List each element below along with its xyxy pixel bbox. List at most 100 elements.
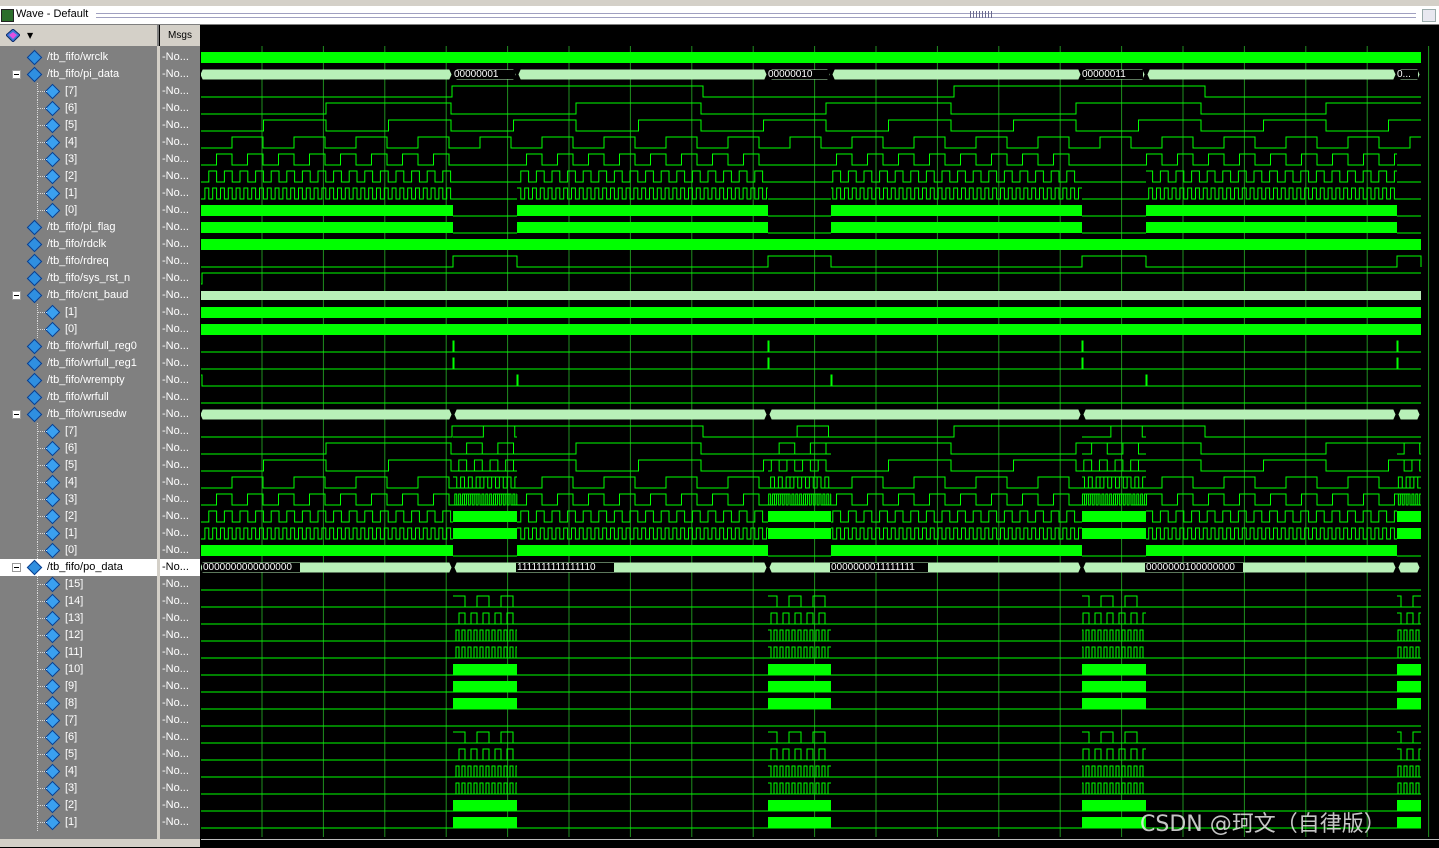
signal-value-row[interactable]: -No... (160, 321, 200, 338)
signal-value-row[interactable]: -No... (160, 355, 200, 372)
signal-row[interactable]: [6] (0, 440, 157, 457)
signal-value-row[interactable]: -No... (160, 491, 200, 508)
signal-row[interactable]: [5] (0, 746, 157, 763)
signal-value-pane[interactable]: -No... -No... -No... -No... -No... -No... -No.… (160, 46, 200, 839)
signal-row[interactable]: [8] (0, 695, 157, 712)
signal-row[interactable]: [2] (0, 168, 157, 185)
signal-row[interactable]: /tb_fifo/wrusedw (0, 406, 157, 423)
signal-row[interactable]: [5] (0, 117, 157, 134)
signal-value-row[interactable]: -No... (160, 287, 200, 304)
signal-value-row[interactable]: -No... (160, 440, 200, 457)
signal-row[interactable]: /tb_fifo/pi_data (0, 66, 157, 83)
signal-row[interactable]: /tb_fifo/po_data (0, 559, 157, 576)
signal-value-row[interactable]: -No... (160, 627, 200, 644)
signal-value-row[interactable]: -No... (160, 304, 200, 321)
signal-row[interactable]: [2] (0, 508, 157, 525)
signal-value-row[interactable]: -No... (160, 678, 200, 695)
signal-value-row[interactable]: -No... (160, 576, 200, 593)
signal-value-row[interactable]: -No... (160, 457, 200, 474)
signal-row[interactable]: [5] (0, 457, 157, 474)
wave-tool-icon[interactable] (6, 29, 20, 42)
collapse-toggle-icon[interactable] (12, 291, 21, 300)
signal-value-row[interactable]: -No... (160, 83, 200, 100)
signal-row[interactable]: [4] (0, 474, 157, 491)
signal-row[interactable]: /tb_fifo/wrfull_reg1 (0, 355, 157, 372)
collapse-toggle-icon[interactable] (12, 70, 21, 79)
signal-row[interactable]: [15] (0, 576, 157, 593)
signal-row[interactable]: /tb_fifo/wrfull_reg0 (0, 338, 157, 355)
signal-row[interactable]: [1] (0, 304, 157, 321)
signal-value-row[interactable]: -No... (160, 100, 200, 117)
signal-row[interactable]: [3] (0, 780, 157, 797)
signal-value-row[interactable]: -No... (160, 474, 200, 491)
waveform-canvas[interactable]: 00000001 00000010 00000011 0... 000000000000… (201, 46, 1439, 837)
signal-value-row[interactable]: -No... (160, 542, 200, 559)
signal-value-row[interactable]: -No... (160, 525, 200, 542)
signal-value-row[interactable]: -No... (160, 219, 200, 236)
signal-row[interactable]: /tb_fifo/wrclk (0, 49, 157, 66)
signal-value-row[interactable]: -No... (160, 117, 200, 134)
collapse-toggle-icon[interactable] (12, 410, 21, 419)
signal-row[interactable]: [6] (0, 729, 157, 746)
signal-row[interactable]: [7] (0, 712, 157, 729)
signal-value-row[interactable]: -No... (160, 168, 200, 185)
signal-value-row[interactable]: -No... (160, 236, 200, 253)
signal-row[interactable]: [12] (0, 627, 157, 644)
signal-row[interactable]: [0] (0, 202, 157, 219)
signal-value-row[interactable]: -No... (160, 661, 200, 678)
signal-value-row[interactable]: -No... (160, 797, 200, 814)
signal-value-row[interactable]: -No... (160, 202, 200, 219)
signal-value-row[interactable]: -No... (160, 780, 200, 797)
drag-grip-icon[interactable] (970, 11, 992, 18)
signal-value-row[interactable]: -No... (160, 270, 200, 287)
signal-row[interactable]: [0] (0, 321, 157, 338)
signal-row[interactable]: [10] (0, 661, 157, 678)
signal-row[interactable]: /tb_fifo/wrempty (0, 372, 157, 389)
signal-value-row[interactable]: -No... (160, 712, 200, 729)
signal-value-row[interactable]: -No... (160, 66, 200, 83)
signal-value-row[interactable]: -No... (160, 695, 200, 712)
waveform-pane[interactable]: 00000001 00000010 00000011 0... 000000000000… (201, 46, 1439, 837)
signal-value-row[interactable]: -No... (160, 253, 200, 270)
signal-value-row[interactable]: -No... (160, 372, 200, 389)
signal-value-row[interactable]: -No... (160, 644, 200, 661)
signal-value-row[interactable]: -No... (160, 593, 200, 610)
signal-value-row[interactable]: -No... (160, 389, 200, 406)
signal-value-row[interactable]: -No... (160, 185, 200, 202)
signal-row[interactable]: [4] (0, 763, 157, 780)
signal-row[interactable]: /tb_fifo/sys_rst_n (0, 270, 157, 287)
signal-row[interactable]: [2] (0, 797, 157, 814)
signal-name-pane[interactable]: /tb_fifo/wrclk/tb_fifo/pi_data [7] [6] [5] [… (0, 46, 157, 839)
signal-row[interactable]: [1] (0, 185, 157, 202)
signal-row[interactable]: /tb_fifo/cnt_baud (0, 287, 157, 304)
signal-row[interactable]: /tb_fifo/wrfull (0, 389, 157, 406)
signal-row[interactable]: /tb_fifo/rdclk (0, 236, 157, 253)
signal-value-row[interactable]: -No... (160, 814, 200, 831)
signal-row[interactable]: [4] (0, 134, 157, 151)
signal-row[interactable]: [9] (0, 678, 157, 695)
undock-button[interactable] (1422, 9, 1436, 22)
signal-row[interactable]: [1] (0, 814, 157, 831)
signal-row[interactable]: [13] (0, 610, 157, 627)
signal-row[interactable]: /tb_fifo/pi_flag (0, 219, 157, 236)
signal-value-row[interactable]: -No... (160, 338, 200, 355)
signal-row[interactable]: [7] (0, 423, 157, 440)
signal-row[interactable]: [1] (0, 525, 157, 542)
signal-value-row[interactable]: -No... (160, 406, 200, 423)
signal-row[interactable]: [6] (0, 100, 157, 117)
signal-value-row[interactable]: -No... (160, 134, 200, 151)
signal-row[interactable]: [3] (0, 151, 157, 168)
signal-row[interactable]: [11] (0, 644, 157, 661)
collapse-toggle-icon[interactable] (12, 563, 21, 572)
signal-value-row[interactable]: -No... (160, 559, 200, 576)
signal-value-row[interactable]: -No... (160, 49, 200, 66)
signal-value-row[interactable]: -No... (160, 151, 200, 168)
signal-value-row[interactable]: -No... (160, 746, 200, 763)
chevron-down-icon[interactable]: ▼ (27, 31, 33, 40)
signal-row[interactable]: /tb_fifo/rdreq (0, 253, 157, 270)
signal-value-row[interactable]: -No... (160, 763, 200, 780)
signal-row[interactable]: [3] (0, 491, 157, 508)
signal-value-row[interactable]: -No... (160, 729, 200, 746)
signal-row[interactable]: [14] (0, 593, 157, 610)
signal-row[interactable]: [0] (0, 542, 157, 559)
